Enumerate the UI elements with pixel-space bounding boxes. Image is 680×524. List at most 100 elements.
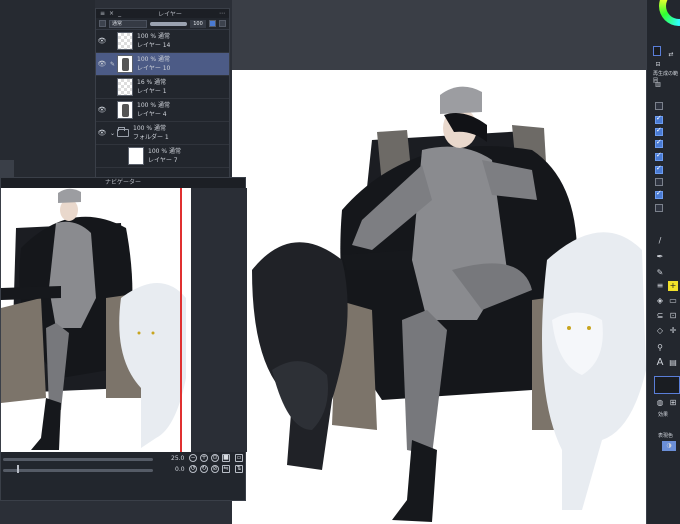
canvas[interactable]: [232, 70, 646, 524]
zoom-slider[interactable]: [3, 458, 153, 461]
left-panel-tab[interactable]: [0, 160, 14, 177]
setting-checkbox-7[interactable]: [655, 178, 663, 186]
layer-panel: ≡ × _ レイヤー ⋯ 通常 100 👁 100 % 通常 レイヤー 14 👁…: [95, 8, 230, 188]
color-wheel-center: [666, 0, 680, 19]
navigator-title: ナビゲーター: [1, 178, 245, 188]
navigator-view-frame[interactable]: [180, 188, 182, 452]
layer-percent: 100 % 通常: [133, 125, 166, 132]
flip-vertical-button[interactable]: ⇅: [235, 465, 243, 473]
setting-checkbox-9[interactable]: [655, 204, 663, 212]
lasso-tool-icon[interactable]: ⊆: [655, 311, 665, 321]
layer-percent: 100 % 通常: [148, 148, 181, 155]
layer-name: レイヤー 4: [137, 111, 167, 118]
fill-tool-icon[interactable]: ◈: [655, 296, 665, 306]
layer-row[interactable]: 👁 100 % 通常 レイヤー 14: [96, 30, 229, 53]
layer-thumbnail: [117, 55, 133, 73]
zoom-tool-icon[interactable]: ⚲: [655, 343, 665, 353]
flip-horizontal-button[interactable]: ⇋: [222, 465, 230, 473]
opacity-value[interactable]: 100: [190, 19, 206, 28]
rotate-left-button[interactable]: ↺: [189, 465, 197, 473]
chevron-down-icon[interactable]: ⌄: [108, 130, 117, 137]
lock-icon[interactable]: [219, 20, 226, 27]
setting-checkbox-6[interactable]: [655, 164, 663, 174]
layer-thumbnail: [117, 78, 133, 96]
eraser-tool-icon[interactable]: ◇: [655, 326, 665, 336]
setting-checkbox-3[interactable]: [655, 126, 663, 136]
setting-checkbox-5[interactable]: [655, 151, 663, 161]
current-color-swatch[interactable]: [654, 376, 680, 394]
brush-tool-icon[interactable]: ✒: [655, 252, 665, 262]
transform-tool-icon[interactable]: ⊡: [668, 311, 678, 321]
rotate-right-button[interactable]: ↻: [200, 465, 208, 473]
layer-percent: 100 % 通常: [137, 102, 170, 109]
opacity-slider[interactable]: [150, 21, 187, 26]
setting-checkbox-2[interactable]: [655, 114, 663, 124]
layer-name: フォルダー 1: [133, 134, 169, 141]
layer-panel-title: レイヤー: [158, 11, 182, 18]
blend-mode-select[interactable]: 通常: [109, 19, 147, 28]
blend-mode-value: 通常: [112, 21, 123, 27]
navigator-controls: 25.0 − + ⊙ ■ ▫ 0.0 ↺ ↻ ⊘ ⇋ ⇅: [1, 454, 247, 502]
left-background: [0, 0, 95, 177]
layer-name: レイヤー 10: [137, 65, 171, 72]
layer-percent: 16 % 通常: [137, 79, 167, 86]
navigator-view[interactable]: [1, 188, 247, 452]
shape-tool-icon[interactable]: ▭: [668, 296, 678, 306]
layer-thumbnail: [128, 147, 144, 165]
text-tool-icon[interactable]: A: [655, 358, 665, 368]
navigator-preview: [1, 188, 191, 452]
layer-panel-titlebar: ≡ × _ レイヤー ⋯: [96, 9, 229, 18]
add-tool-icon[interactable]: +: [668, 281, 678, 291]
rotate-slider-handle[interactable]: [17, 465, 19, 473]
layer-row[interactable]: 👁 100 % 通常 レイヤー 4: [96, 99, 229, 122]
eye-icon[interactable]: 👁: [96, 106, 108, 114]
main-color-swatch[interactable]: [653, 46, 661, 56]
brush-preset-icon[interactable]: ◍: [655, 398, 665, 408]
layer-toolbar: 通常 100: [96, 18, 229, 30]
layer-percent: 100 % 通常: [137, 33, 170, 40]
layer-row[interactable]: 👁 ✎ 100 % 通常 レイヤー 10: [96, 53, 229, 76]
clip-icon[interactable]: [209, 20, 216, 27]
layer-row[interactable]: 16 % 通常 レイヤー 1: [96, 76, 229, 99]
setting-checkbox-8[interactable]: [655, 189, 663, 199]
preset-settings-icon[interactable]: ⊞: [668, 398, 678, 408]
layer-row[interactable]: 100 % 通常 レイヤー 7: [96, 145, 229, 168]
balloon-tool-icon[interactable]: ▤: [668, 358, 678, 368]
clip-studio-window: ≡ × _ レイヤー ⋯ 通常 100 👁 100 % 通常 レイヤー 14 👁…: [0, 0, 680, 524]
opacity-slider-fill: [150, 21, 187, 26]
setting-checkbox-4[interactable]: [655, 138, 663, 148]
move-tool-icon[interactable]: ✛: [668, 326, 678, 336]
menu-icon[interactable]: ≡: [100, 10, 105, 17]
close-icon[interactable]: ×: [109, 10, 114, 17]
layer-menu-icon[interactable]: [99, 20, 106, 27]
layer-thumbnail: [117, 32, 133, 50]
thumbnail-figure: [122, 58, 129, 71]
folder-row[interactable]: 👁 ⌄ 100 % 通常 フォルダー 1: [96, 122, 229, 145]
folder-icon: [117, 127, 129, 137]
gradient-tool-icon[interactable]: ≡: [655, 281, 665, 291]
sub-view-icon[interactable]: ▥: [653, 80, 663, 90]
pen-tool-icon[interactable]: ✎: [655, 268, 665, 278]
layer-percent: 100 % 通常: [137, 56, 170, 63]
layer-thumbnail: [117, 101, 133, 119]
eye-icon[interactable]: 👁: [96, 60, 108, 68]
effects-label: 効果: [658, 412, 669, 418]
color-mode-icon[interactable]: ⊟: [653, 60, 663, 70]
expression-color-label: 表現色: [658, 433, 674, 439]
fit-window-button[interactable]: ▫: [235, 454, 243, 462]
eye-icon[interactable]: 👁: [96, 129, 108, 137]
pencil-tool-icon[interactable]: /: [655, 236, 665, 246]
rotate-slider[interactable]: [3, 469, 153, 472]
actual-size-button[interactable]: ■: [222, 454, 230, 462]
expression-color-button[interactable]: ◑: [662, 441, 676, 451]
fit-view-button[interactable]: ⊙: [211, 454, 219, 462]
eye-icon[interactable]: 👁: [96, 37, 108, 45]
setting-checkbox-1[interactable]: [655, 102, 663, 110]
reset-rotation-button[interactable]: ⊘: [211, 465, 219, 473]
panel-options-icon[interactable]: ⋯: [219, 10, 225, 17]
zoom-in-button[interactable]: +: [200, 454, 208, 462]
swap-color-icon[interactable]: ⇄: [666, 50, 676, 60]
zoom-out-button[interactable]: −: [189, 454, 197, 462]
minimize-icon[interactable]: _: [118, 10, 121, 17]
rotation-value: 0.0: [175, 466, 185, 473]
